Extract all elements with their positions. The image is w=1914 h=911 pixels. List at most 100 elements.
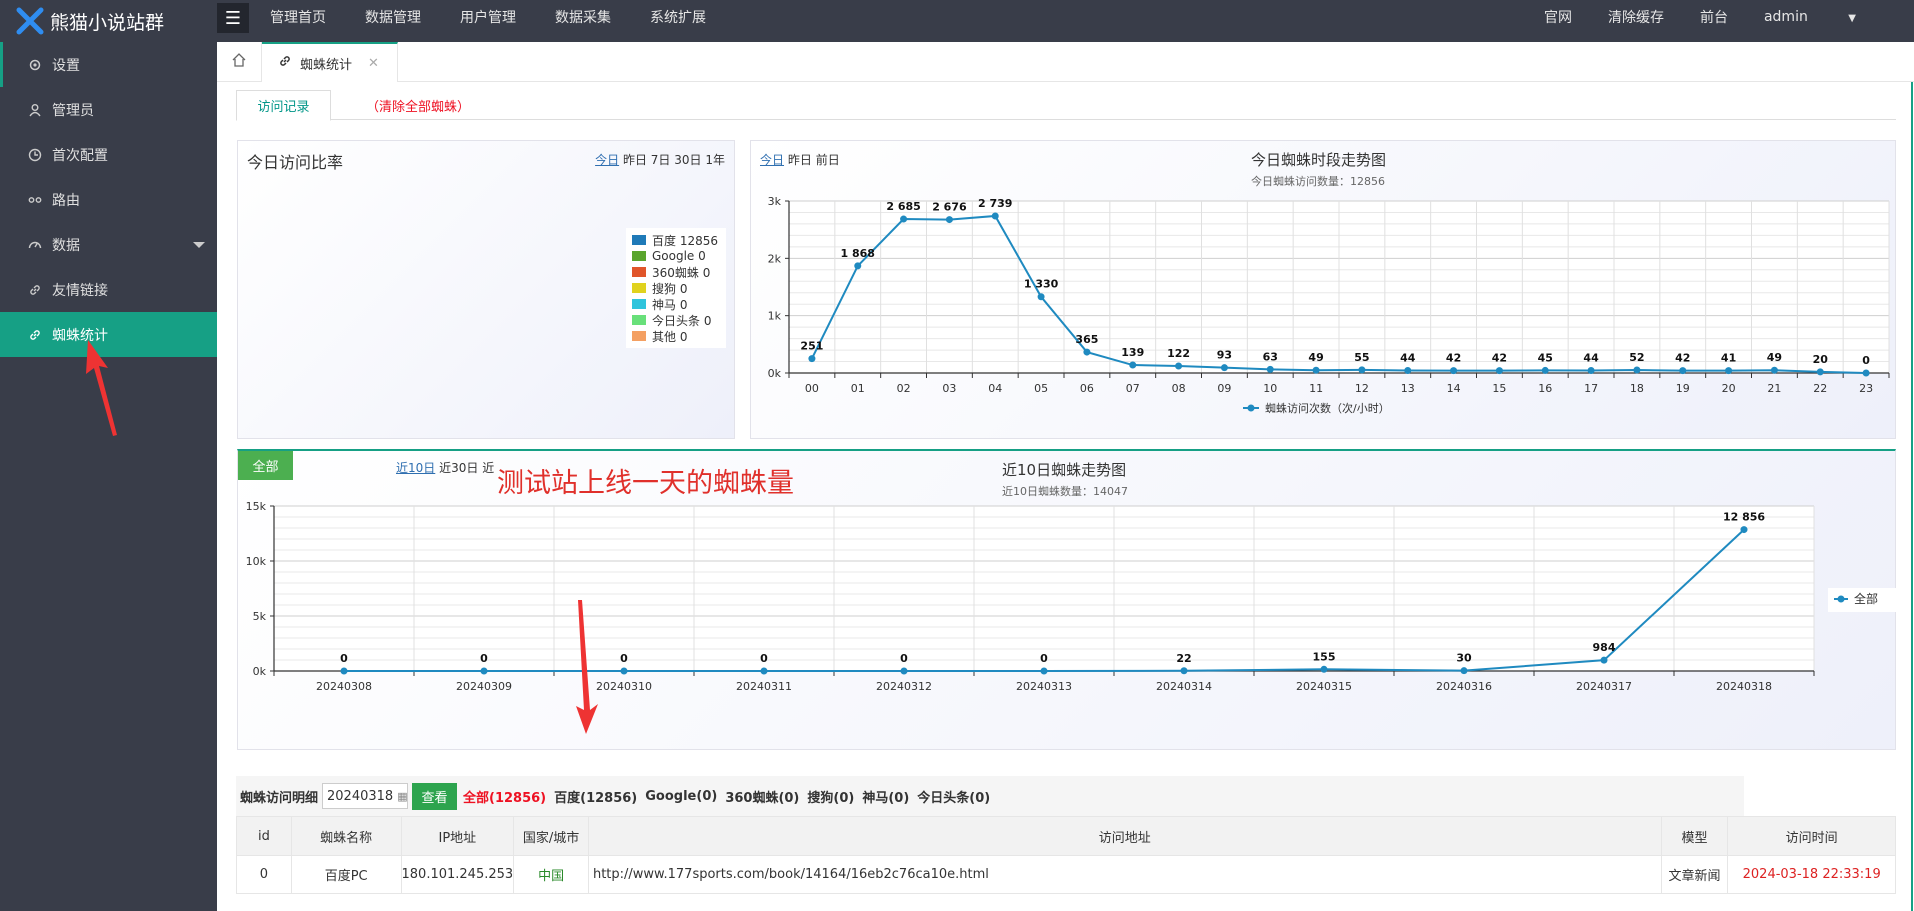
date-input[interactable]: 20240318 ▦ — [322, 783, 409, 809]
link-icon — [278, 54, 292, 72]
close-icon[interactable]: ✕ — [368, 56, 379, 71]
legend-item[interactable]: 百度 12856 — [632, 232, 720, 248]
nav-official-site[interactable]: 官网 — [1544, 7, 1572, 27]
legend-label: 今日头条 0 — [652, 313, 712, 328]
x-tick-label: 05 — [1034, 382, 1048, 395]
nav-item-collect[interactable]: 数据采集 — [555, 7, 611, 27]
calendar-icon: ▦ — [397, 789, 408, 803]
period-30d[interactable]: 30日 — [674, 153, 701, 167]
data-label: 0 — [340, 652, 348, 665]
sidebar-item-data[interactable]: 数据 — [0, 222, 217, 267]
cell-url[interactable]: http://www.177sports.com/book/14164/16eb… — [587, 855, 1662, 894]
legend-item[interactable]: 神马 0 — [632, 296, 720, 312]
data-label: 155 — [1313, 650, 1336, 663]
col-ip: IP地址 — [400, 816, 515, 856]
sidebar: 设置 管理员 首次配置 路由 数据 友情链接 蜘蛛统计 — [0, 42, 217, 911]
nav-clear-cache[interactable]: 清除缓存 — [1608, 7, 1664, 27]
clear-all-spiders-link[interactable]: （清除全部蜘蛛） — [366, 90, 470, 120]
data-point — [1040, 667, 1048, 675]
x-tick-label: 20240308 — [316, 680, 372, 693]
home-tab[interactable] — [217, 42, 262, 82]
data-point — [1358, 366, 1366, 374]
sidebar-item-admins[interactable]: 管理员 — [0, 87, 217, 132]
legend-item[interactable]: 360蜘蛛 0 — [632, 264, 720, 280]
y-tick-label: 3k — [768, 195, 782, 208]
caret-down-icon — [193, 242, 205, 248]
filter-shenma[interactable]: 神马(0) — [862, 787, 909, 806]
nav-item-extend[interactable]: 系统扩展 — [650, 7, 706, 27]
y-tick-label: 2k — [768, 252, 782, 265]
nav-item-data[interactable]: 数据管理 — [365, 7, 421, 27]
data-label: 365 — [1075, 333, 1098, 346]
x-tick-label: 17 — [1584, 382, 1598, 395]
ratio-legend: 百度 12856 Google 0 360蜘蛛 0 搜狗 0 神马 0 今日头条 0 其他 … — [626, 228, 726, 348]
data-point — [900, 215, 908, 223]
tab-spider-stats[interactable]: 蜘蛛统计 ✕ — [262, 42, 398, 82]
menu-toggle-icon[interactable]: ☰ — [217, 3, 249, 33]
legend-swatch — [632, 315, 646, 325]
tab-label: 蜘蛛统计 — [300, 57, 353, 73]
data-label: 55 — [1354, 351, 1369, 364]
filter-360[interactable]: 360蜘蛛(0) — [725, 787, 799, 806]
nav-item-home[interactable]: 管理首页 — [270, 7, 326, 27]
data-point — [1862, 369, 1870, 377]
link-icon — [28, 283, 42, 297]
data-label: 251 — [800, 340, 823, 353]
legend-swatch — [632, 331, 646, 341]
brand[interactable]: 熊猫小说站群 — [0, 0, 217, 42]
filter-toutiao[interactable]: 今日头条(0) — [917, 787, 990, 806]
date-value: 20240318 — [327, 788, 394, 804]
tab-bar: 蜘蛛统计 ✕ — [217, 42, 1914, 82]
data-label: 0 — [1040, 652, 1048, 665]
nav-frontend[interactable]: 前台 — [1700, 7, 1728, 27]
data-label: 12 856 — [1723, 511, 1765, 524]
cell-ip: 180.101.245.253 — [400, 855, 515, 894]
filter-google[interactable]: Google(0) — [645, 789, 717, 804]
period-7d[interactable]: 7日 — [651, 153, 671, 167]
sidebar-item-first-config[interactable]: 首次配置 — [0, 132, 217, 177]
data-label: 41 — [1721, 352, 1736, 365]
table-row: 0 百度PC 180.101.245.253 中国 http://www.177… — [236, 855, 1896, 894]
sidebar-item-links[interactable]: 友情链接 — [0, 267, 217, 312]
x-tick-label: 20 — [1722, 382, 1736, 395]
col-url: 访问地址 — [587, 816, 1662, 856]
data-label: 2 676 — [932, 201, 967, 214]
filter-baidu[interactable]: 百度(12856) — [554, 787, 637, 806]
data-point — [1404, 366, 1412, 374]
top-nav-right: 官网 清除缓存 前台 admin ▼ — [1544, 0, 1914, 34]
period-1y[interactable]: 1年 — [705, 153, 725, 167]
sidebar-item-route[interactable]: 路由 — [0, 177, 217, 222]
data-point — [1450, 367, 1458, 375]
legend-item[interactable]: 其他 0 — [632, 328, 720, 344]
x-tick-label: 23 — [1859, 382, 1873, 395]
search-button[interactable]: 查看 — [412, 782, 458, 810]
data-label: 122 — [1167, 347, 1190, 360]
legend-item[interactable]: Google 0 — [632, 248, 720, 264]
sidebar-item-settings[interactable]: 设置 — [0, 42, 217, 87]
data-point — [1180, 667, 1188, 675]
legend-item[interactable]: 搜狗 0 — [632, 280, 720, 296]
x-tick-label: 07 — [1126, 382, 1140, 395]
data-point — [1266, 365, 1274, 373]
period-yesterday[interactable]: 昨日 — [623, 153, 647, 167]
x-tick-label: 08 — [1172, 382, 1186, 395]
legend-label: 神马 0 — [652, 297, 688, 312]
x-tick-label: 16 — [1538, 382, 1552, 395]
legend-label: 百度 12856 — [652, 233, 718, 248]
legend-item[interactable]: 今日头条 0 — [632, 312, 720, 328]
dashboard-icon — [28, 238, 42, 252]
y-tick-label: 15k — [246, 500, 267, 513]
filter-all[interactable]: 全部(12856) — [463, 787, 546, 806]
nav-item-users[interactable]: 用户管理 — [460, 7, 516, 27]
data-point — [620, 667, 628, 675]
data-label: 93 — [1217, 349, 1232, 362]
legend-marker — [1247, 404, 1255, 412]
filter-sogou[interactable]: 搜狗(0) — [807, 787, 854, 806]
period-today[interactable]: 今日 — [595, 153, 619, 167]
x-tick-label: 03 — [942, 382, 956, 395]
data-point — [945, 216, 953, 224]
active-marker — [0, 42, 3, 87]
tab-visit-records[interactable]: 访问记录 — [236, 90, 331, 121]
user-menu[interactable]: admin ▼ — [1764, 9, 1892, 25]
data-point — [1600, 656, 1608, 664]
